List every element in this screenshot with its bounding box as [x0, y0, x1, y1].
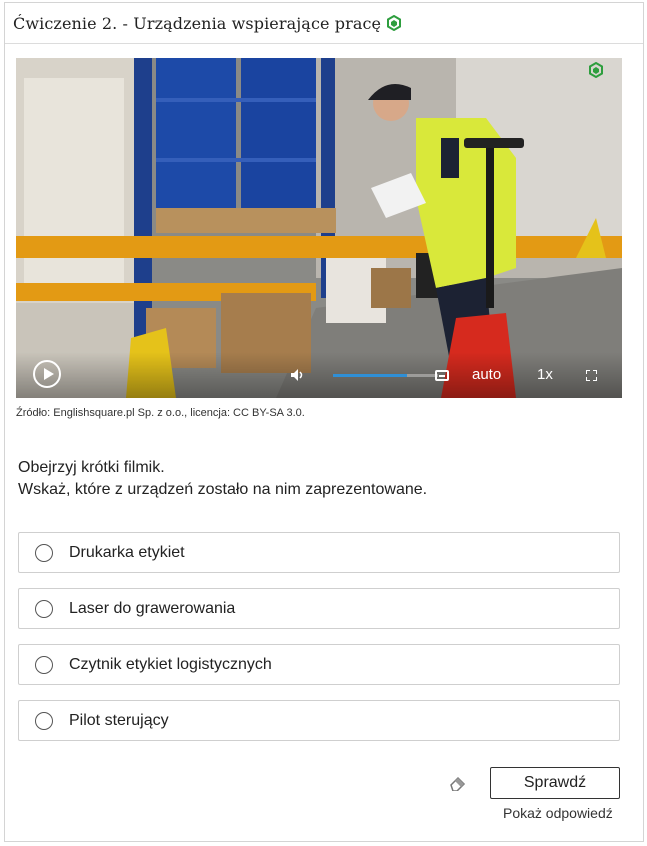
video-controls: auto 1x — [16, 352, 622, 398]
exercise-title: Ćwiczenie 2. - Urządzenia wspierające pr… — [13, 13, 382, 33]
check-button[interactable]: Sprawdź — [490, 767, 620, 799]
radio-icon[interactable] — [35, 655, 53, 674]
option-label: Drukarka etykiet — [69, 543, 185, 561]
volume-icon[interactable] — [291, 369, 305, 381]
radio-icon[interactable] — [35, 711, 53, 730]
speed-selector[interactable]: 1x — [537, 366, 553, 383]
captions-icon[interactable] — [435, 370, 449, 381]
answer-option[interactable]: Czytnik etykiet logistycznych — [18, 644, 620, 685]
eraser-icon[interactable] — [449, 775, 467, 791]
radio-icon[interactable] — [35, 543, 53, 562]
video-player[interactable]: auto 1x — [16, 58, 622, 398]
answer-option[interactable]: Laser do grawerowania — [18, 588, 620, 629]
hexagon-badge-icon — [589, 62, 603, 78]
source-caption: Źródło: Englishsquare.pl Sp. z o.o., lic… — [16, 407, 305, 419]
quality-selector[interactable]: auto — [472, 366, 501, 383]
play-icon[interactable] — [33, 360, 61, 388]
answer-options: Drukarka etykiet Laser do grawerowania C… — [18, 532, 620, 756]
video-progress-bar[interactable] — [333, 374, 438, 377]
answer-option[interactable]: Pilot sterujący — [18, 700, 620, 741]
hexagon-badge-icon — [387, 15, 402, 31]
answer-option[interactable]: Drukarka etykiet — [18, 532, 620, 573]
radio-icon[interactable] — [35, 599, 53, 618]
video-frame — [16, 58, 622, 398]
video-progress-fill — [333, 374, 407, 377]
instruction-line-2: Wskaż, które z urządzeń zostało na nim z… — [18, 481, 428, 498]
option-label: Pilot sterujący — [69, 711, 169, 729]
instruction-line-1: Obejrzyj krótki filmik. — [18, 459, 165, 476]
exercise-header: Ćwiczenie 2. - Urządzenia wspierające pr… — [5, 3, 643, 44]
option-label: Laser do grawerowania — [69, 599, 236, 617]
show-answer-link[interactable]: Pokaż odpowiedź — [503, 805, 613, 821]
option-label: Czytnik etykiet logistycznych — [69, 655, 272, 673]
instructions: Obejrzyj krótki filmik. Wskaż, które z u… — [18, 457, 427, 501]
fullscreen-icon[interactable] — [586, 370, 597, 381]
